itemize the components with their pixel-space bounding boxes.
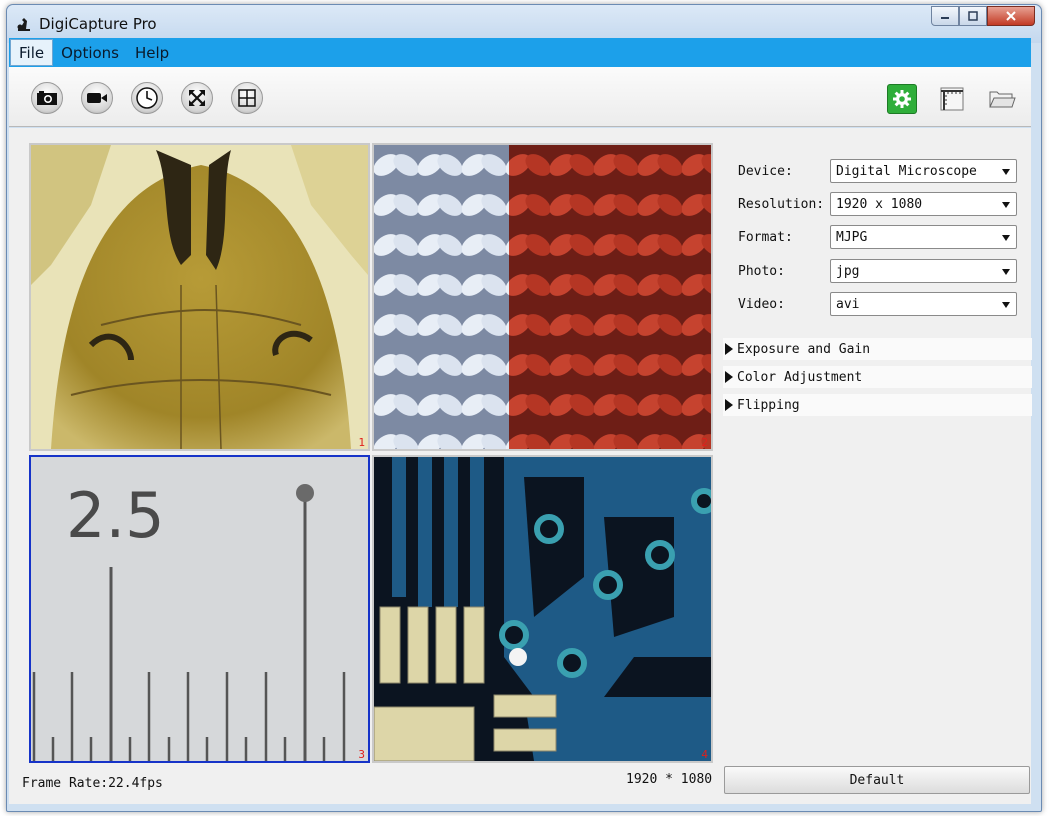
chevron-down-icon xyxy=(1002,302,1010,308)
close-button[interactable] xyxy=(987,6,1035,26)
record-video-button[interactable] xyxy=(80,81,114,115)
expand-arrow-icon xyxy=(725,399,733,411)
section-color-adjustment[interactable]: Color Adjustment xyxy=(723,366,1032,388)
app-logo-icon xyxy=(17,18,30,31)
section-label: Exposure and Gain xyxy=(737,342,871,357)
camera-view-2[interactable]: 2 xyxy=(372,143,713,451)
timer-button[interactable] xyxy=(130,81,164,115)
frame-rate-status: Frame Rate:22.4fps xyxy=(22,776,163,791)
grid-layout-button[interactable] xyxy=(230,81,264,115)
knit-fabric-image xyxy=(374,145,711,449)
circuit-board-image xyxy=(374,457,711,761)
device-label: Device: xyxy=(738,164,793,179)
device-value: Digital Microscope xyxy=(836,164,977,179)
photo-row: Photo: jpg xyxy=(723,259,1032,283)
section-label: Color Adjustment xyxy=(737,370,863,385)
fullscreen-icon xyxy=(189,90,205,106)
folder-icon xyxy=(989,91,1016,108)
settings-gear-icon xyxy=(893,90,911,108)
resolution-label: Resolution: xyxy=(738,197,825,212)
video-value: avi xyxy=(836,297,860,312)
camera-view-4[interactable]: 4 xyxy=(372,455,713,763)
chevron-down-icon xyxy=(1002,235,1010,241)
close-icon xyxy=(1006,11,1016,21)
menu-options[interactable]: Options xyxy=(53,39,127,66)
format-row: Format: MJPG xyxy=(723,225,1032,249)
section-exposure-and-gain[interactable]: Exposure and Gain xyxy=(723,338,1032,360)
measure-icon xyxy=(940,87,964,111)
menu-help[interactable]: Help xyxy=(127,39,177,66)
insect-specimen-image xyxy=(31,145,368,449)
fullscreen-button[interactable] xyxy=(180,81,214,115)
device-select[interactable]: Digital Microscope xyxy=(830,159,1017,183)
ruler-reading: 2.5 xyxy=(66,479,165,552)
camera-number-2: 2 xyxy=(701,436,708,449)
measure-button[interactable] xyxy=(937,84,967,114)
video-select[interactable]: avi xyxy=(830,292,1017,316)
default-button[interactable]: Default xyxy=(724,766,1030,794)
toolbar xyxy=(9,67,1031,127)
camera-icon xyxy=(37,91,57,105)
camera-view-1[interactable]: 1 xyxy=(29,143,370,451)
format-select[interactable]: MJPG xyxy=(830,225,1017,249)
minimize-icon xyxy=(941,17,949,19)
video-label: Video: xyxy=(738,297,785,312)
resolution-row: Resolution: 1920 x 1080 xyxy=(723,192,1032,216)
photo-select[interactable]: jpg xyxy=(830,259,1017,283)
format-value: MJPG xyxy=(836,230,868,245)
menu-file[interactable]: File xyxy=(10,39,54,66)
device-row: Device: Digital Microscope xyxy=(723,159,1032,183)
snapshot-button[interactable] xyxy=(30,81,64,115)
camera-number-3: 3 xyxy=(358,748,365,761)
resolution-select[interactable]: 1920 x 1080 xyxy=(830,192,1017,216)
chevron-down-icon xyxy=(1002,169,1010,175)
window-title: DigiCapture Pro xyxy=(39,15,157,33)
maximize-icon xyxy=(968,11,978,21)
ruler-scale-image: 2.5 xyxy=(31,457,368,761)
resolution-value: 1920 x 1080 xyxy=(836,197,923,212)
video-icon xyxy=(87,93,107,103)
settings-button[interactable] xyxy=(887,84,917,114)
chevron-down-icon xyxy=(1002,269,1010,275)
open-folder-button[interactable] xyxy=(987,84,1017,114)
maximize-button[interactable] xyxy=(959,6,987,26)
chevron-down-icon xyxy=(1002,202,1010,208)
camera-view-3[interactable]: 2.5 3 xyxy=(29,455,370,763)
timer-icon xyxy=(136,87,158,109)
menu-bar: File Options Help xyxy=(9,38,1031,67)
photo-label: Photo: xyxy=(738,264,785,279)
resolution-status: 1920 * 1080 xyxy=(626,772,713,787)
section-flipping[interactable]: Flipping xyxy=(723,394,1032,416)
section-label: Flipping xyxy=(737,398,800,413)
window-controls xyxy=(931,6,1035,26)
minimize-button[interactable] xyxy=(931,6,959,26)
expand-arrow-icon xyxy=(725,343,733,355)
camera-number-1: 1 xyxy=(358,436,365,449)
camera-number-4: 4 xyxy=(701,748,708,761)
grid-icon xyxy=(238,89,256,107)
expand-arrow-icon xyxy=(725,371,733,383)
video-row: Video: avi xyxy=(723,292,1032,316)
format-label: Format: xyxy=(738,230,793,245)
photo-value: jpg xyxy=(836,264,860,279)
